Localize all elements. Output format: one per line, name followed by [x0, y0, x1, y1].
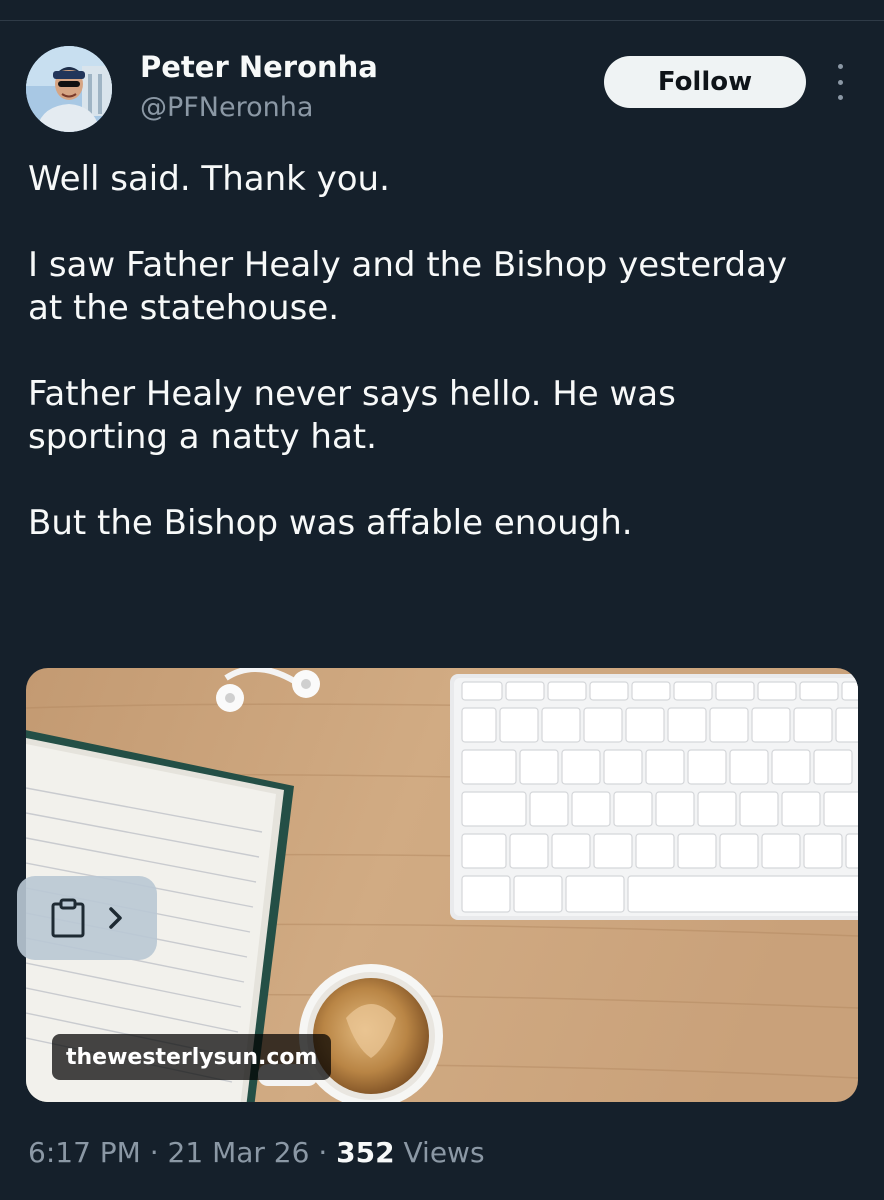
- tweet-line: Well said. Thank you.: [28, 159, 390, 199]
- chevron-right-icon: [109, 907, 122, 929]
- meta-separator: ·: [318, 1136, 328, 1169]
- top-divider: [0, 20, 884, 21]
- more-dot: [837, 79, 843, 85]
- tweet-line: But the Bishop was affable enough.: [28, 503, 633, 543]
- tweet-line: Father Healy never says hello. He was: [28, 374, 676, 414]
- link-domain-badge[interactable]: thewesterlysun.com: [52, 1034, 332, 1080]
- avatar[interactable]: [26, 46, 112, 132]
- follow-button[interactable]: Follow: [604, 56, 806, 108]
- tweet-meta: 6:17 PM · 21 Mar 26 · 352 Views: [28, 1136, 485, 1169]
- author-name[interactable]: Peter Neronha: [140, 50, 378, 84]
- tweet-time[interactable]: 6:17 PM: [28, 1136, 141, 1169]
- tweet-line: I saw Father Healy and the Bishop yester…: [28, 245, 788, 285]
- profile-photo: [26, 46, 112, 132]
- author-handle[interactable]: @PFNeronha: [140, 92, 313, 123]
- tweet-line: at the statehouse.: [28, 288, 340, 328]
- keyboard-shape: [450, 674, 858, 920]
- vertical-ellipsis-icon[interactable]: [826, 64, 854, 100]
- tweet-detail-page: Peter Neronha @PFNeronha Follow Well sai…: [0, 0, 884, 1200]
- views-count: 352: [336, 1136, 395, 1169]
- tweet-text: Well said. Thank you. I saw Father Healy…: [28, 158, 868, 545]
- meta-separator: ·: [149, 1136, 159, 1169]
- tweet-date[interactable]: 21 Mar 26: [168, 1136, 310, 1169]
- more-dot: [837, 64, 843, 69]
- clipboard-icon: [51, 898, 85, 938]
- views-label: Views: [403, 1136, 485, 1169]
- more-dot: [837, 95, 843, 100]
- clipboard-expand-button[interactable]: [17, 876, 157, 960]
- tweet-line: sporting a natty hat.: [28, 417, 377, 457]
